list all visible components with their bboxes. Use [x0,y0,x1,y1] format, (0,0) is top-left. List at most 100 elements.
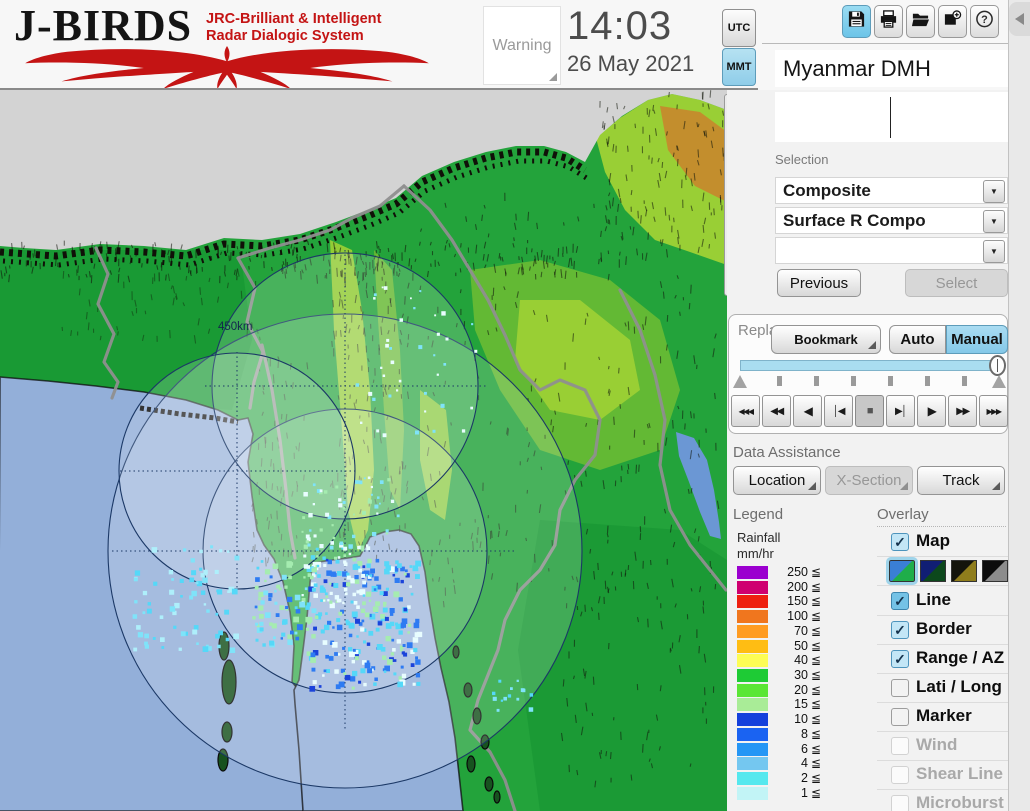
legend-item: 2 ≦ [737,771,837,786]
legend-item: 6 ≦ [737,742,837,757]
timeline-tick [962,376,967,386]
warning-selector[interactable]: Warning [483,6,561,85]
legend-color-swatch [737,772,768,786]
overlay-row-border: ✓ Border [877,616,1008,645]
save-icon [847,9,866,34]
app-logo-title: J-BIRDS [14,1,193,50]
eagle-logo-icon [25,46,429,90]
save-button[interactable] [842,5,871,38]
auto-mode-button[interactable]: Auto [889,325,946,354]
overlay-row-shear-line: Shear Line [877,761,1008,790]
clock-date: 26 May 2021 [567,51,695,76]
selection-dropdown-1[interactable]: Composite ▼ [775,177,1008,204]
corner-fold-icon [868,341,876,349]
panel-collapse-button[interactable] [1009,2,1030,36]
open-folder-icon [911,9,930,34]
clock-time: 14:03 [567,4,673,48]
legend-item: 200 ≦ [737,580,837,595]
legend-item: 30 ≦ [737,668,837,683]
help-icon: ? [975,9,994,34]
x-section-button[interactable]: X-Section [825,466,913,495]
legend-color-swatch [737,713,768,727]
text-cursor [890,97,891,138]
previous-button[interactable]: Previous [777,269,861,297]
snapshot-icon [943,9,962,34]
overlay-row-map: ✓ Map [877,528,1008,557]
rewind-button[interactable]: ◀◀ [762,395,791,427]
track-button[interactable]: Track [917,466,1005,495]
legend-units: mm/hr [737,546,774,561]
legend-color-swatch [737,595,768,609]
chevron-down-icon[interactable]: ▼ [983,240,1005,263]
snapshot-button[interactable] [938,5,967,38]
overlay-row-line: ✓ Line [877,587,1008,616]
rewind-fast-button[interactable]: ◀◀◀ [731,395,760,427]
legend-item: 10 ≦ [737,712,837,727]
play-back-button[interactable]: ◀ [793,395,822,427]
lati-long-checkbox[interactable] [891,679,909,697]
corner-fold-icon [992,482,1000,490]
stop-button[interactable]: ■ [855,395,884,427]
bookmark-button[interactable]: Bookmark [771,325,881,354]
play-button[interactable]: ▶ [917,395,946,427]
shear-line-checkbox[interactable] [891,766,909,784]
legend-color-swatch [737,698,768,712]
chevron-left-icon [1015,13,1024,25]
chevron-down-icon[interactable]: ▼ [983,180,1005,203]
timezone-utc-button[interactable]: UTC [722,9,756,47]
legend-color-swatch [737,624,768,638]
legend-section-label: Legend [733,506,784,523]
map-style-olive-swatch[interactable] [951,560,977,582]
overlay-section-label: Overlay [877,506,929,523]
step-forward-button[interactable]: ▶│ [886,395,915,427]
app-logo-subtitle: JRC-Brilliant & Intelligent Radar Dialog… [206,10,382,44]
timeline-end-marker[interactable] [992,375,1006,388]
forward-fast-button[interactable]: ▶▶▶ [979,395,1008,427]
timeline-tick [888,376,893,386]
map-style-dark-swatch[interactable] [920,560,946,582]
location-button[interactable]: Location [733,466,821,495]
chevron-down-icon[interactable]: ▼ [983,210,1005,233]
marker-checkbox[interactable] [891,708,909,726]
legend-item: 50 ≦ [737,639,837,654]
microburst-checkbox[interactable] [891,795,909,811]
manual-mode-button[interactable]: Manual [946,325,1008,354]
radar-map[interactable]: 450km [0,90,729,811]
timeline-tick [777,376,782,386]
overlay-row-range-az: ✓ Range / AZ [877,645,1008,674]
legend-item: 8 ≦ [737,727,837,742]
range-az-checkbox[interactable]: ✓ [891,650,909,668]
info-field[interactable] [775,92,1008,142]
wind-checkbox[interactable] [891,737,909,755]
step-back-button[interactable]: │◀ [824,395,853,427]
toolbar: ? [842,5,999,38]
timeline-start-marker[interactable] [733,375,747,388]
border-checkbox[interactable]: ✓ [891,621,909,639]
selection-dropdown-2[interactable]: Surface R Compo ▼ [775,207,1008,234]
timeline-tick [925,376,930,386]
playback-controls: ◀◀◀ ◀◀ ◀ │◀ ■ ▶│ ▶ ▶▶ ▶▶▶ [731,395,1008,427]
forward-button[interactable]: ▶▶ [948,395,977,427]
range-ring-label: 450km [218,321,253,333]
legend-title: Rainfall [737,530,781,545]
replay-timeline-thumb[interactable] [989,355,1006,376]
map-style-gray-swatch[interactable] [982,560,1008,582]
map-checkbox[interactable]: ✓ [891,533,909,551]
legend-color-swatch [737,757,768,771]
corner-fold-icon [900,482,908,490]
open-folder-button[interactable] [906,5,935,38]
map-style-color-swatch[interactable] [886,557,918,585]
help-button[interactable]: ? [970,5,999,38]
legend-item: 150 ≦ [737,594,837,609]
data-assistance-label: Data Assistance [733,444,841,461]
legend-color-swatch [737,610,768,624]
line-checkbox[interactable]: ✓ [891,592,909,610]
print-button[interactable] [874,5,903,38]
timeline-tick [851,376,856,386]
timezone-mmt-button[interactable]: MMT [722,48,756,86]
legend-color-swatch [737,742,768,756]
replay-timeline-track[interactable] [740,360,998,371]
overlay-row-wind: Wind [877,732,1008,761]
select-button[interactable]: Select [905,269,1008,297]
selection-dropdown-3[interactable]: ▼ [775,237,1008,264]
